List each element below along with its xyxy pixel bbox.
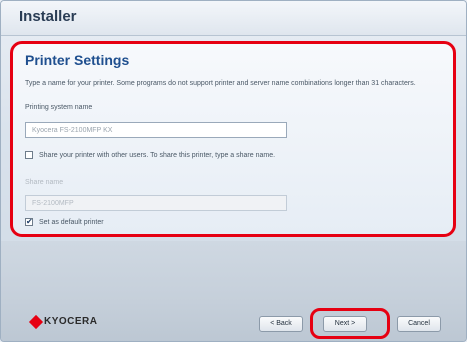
default-printer-label: Set as default printer — [39, 218, 104, 226]
default-printer-checkbox[interactable]: ✔ — [25, 218, 33, 226]
next-button[interactable]: Next > — [323, 316, 367, 332]
description-text: Type a name for your printer. Some progr… — [25, 80, 416, 87]
title-bar: Installer — [1, 1, 466, 36]
printing-system-label: Printing system name — [25, 104, 93, 111]
kyocera-logo-icon — [28, 314, 44, 329]
share-name-label: Share name — [25, 179, 64, 186]
share-printer-checkbox[interactable] — [25, 151, 33, 159]
share-printer-row[interactable]: Share your printer with other users. To … — [25, 151, 275, 159]
window-title: Installer — [19, 8, 77, 25]
installer-window: Installer Printer Settings Type a name f… — [0, 0, 467, 342]
brand-text: KYOCERA — [44, 316, 98, 327]
back-button[interactable]: < Back — [259, 316, 303, 332]
share-name-input[interactable]: FS-2100MFP — [25, 195, 287, 211]
default-printer-row[interactable]: ✔ Set as default printer — [25, 218, 104, 226]
cancel-button[interactable]: Cancel — [397, 316, 441, 332]
printing-system-name-input[interactable]: Kyocera FS-2100MFP KX — [25, 122, 287, 138]
printer-settings-panel: Printer Settings Type a name for your pr… — [10, 41, 456, 237]
brand-logo: KYOCERA — [28, 314, 98, 329]
share-printer-label: Share your printer with other users. To … — [39, 151, 276, 159]
panel-title: Printer Settings — [25, 52, 130, 68]
